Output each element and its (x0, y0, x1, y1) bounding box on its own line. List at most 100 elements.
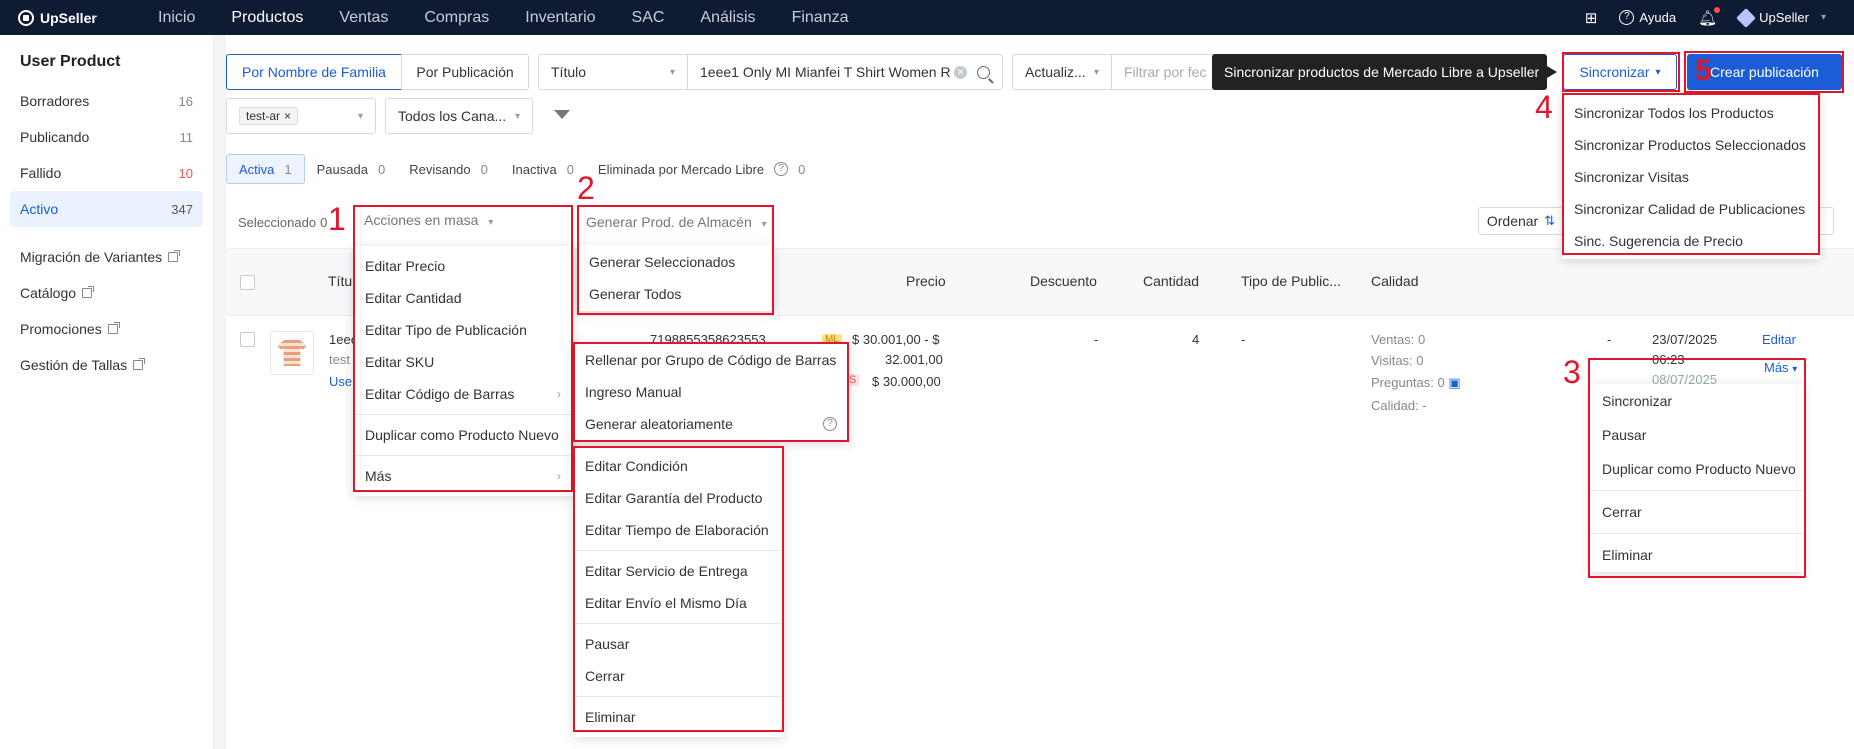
external-link-icon (133, 358, 146, 370)
menu-barcode-group[interactable]: Rellenar por Grupo de Código de Barras (573, 344, 849, 376)
help-button[interactable]: ? Ayuda (1619, 10, 1676, 25)
barcode-submenu: Rellenar por Grupo de Código de Barras I… (573, 342, 849, 442)
nav-productos[interactable]: Productos (213, 0, 321, 35)
remove-tag-icon[interactable]: × (284, 109, 291, 123)
segment-family-name[interactable]: Por Nombre de Familia (226, 54, 402, 90)
edit-link[interactable]: Editar (1762, 332, 1796, 347)
tshirt-image (277, 340, 307, 366)
nav-inventario[interactable]: Inventario (507, 0, 613, 35)
menu-duplicate-new[interactable]: Duplicar como Producto Nuevo (353, 419, 573, 451)
menu-sync-price-suggestion[interactable]: Sinc. Sugerencia de Precio (1562, 225, 1820, 257)
external-link-icon (168, 250, 181, 262)
menu-barcode-random[interactable]: Generar aleatoriamente? (573, 408, 849, 440)
sidebar-item-activo[interactable]: Activo 347 (10, 191, 203, 227)
menu-edit-warranty[interactable]: Editar Garantía del Producto (573, 482, 784, 514)
chevron-right-icon: › (557, 469, 561, 483)
tab-pausada[interactable]: Pausada 0 (305, 154, 398, 184)
date-filter-input[interactable]: Filtrar por fec (1111, 54, 1221, 90)
sidebar-link-migracion[interactable]: Migración de Variantes (0, 239, 213, 275)
nav-sac[interactable]: SAC (614, 0, 683, 35)
questions-count: Preguntas: 0 ▣ (1371, 375, 1461, 390)
search-input[interactable]: 1eee1 Only MI Mianfei T Shirt Women Ra ✕ (687, 54, 1003, 90)
sidebar-link-tallas[interactable]: Gestión de Tallas (0, 347, 213, 383)
filter-icon[interactable] (554, 110, 570, 119)
chevron-down-icon: ▾ (488, 217, 494, 228)
menu-edit-lead-time[interactable]: Editar Tiempo de Elaboración (573, 514, 784, 546)
notification-dot (1714, 6, 1721, 13)
help-icon[interactable]: ? (774, 162, 789, 176)
menu-row-duplicate[interactable]: Duplicar como Producto Nuevo (1590, 452, 1804, 486)
menu-edit-same-day[interactable]: Editar Envío el Mismo Día (573, 587, 784, 619)
tab-inactiva[interactable]: Inactiva 0 (500, 154, 586, 184)
sidebar-link-promociones[interactable]: Promociones (0, 311, 213, 347)
menu-generate-selected[interactable]: Generar Seleccionados (577, 246, 774, 278)
bulk-actions-menu: Editar Precio Editar Cantidad Editar Tip… (353, 246, 573, 496)
menu-barcode-manual[interactable]: Ingreso Manual (573, 376, 849, 408)
menu-sync-quality[interactable]: Sincronizar Calidad de Publicaciones (1562, 193, 1820, 225)
clear-icon[interactable]: ✕ (954, 65, 967, 79)
menu-edit-condition[interactable]: Editar Condición (573, 450, 784, 482)
menu-sync-visits[interactable]: Sincronizar Visitas (1562, 161, 1820, 193)
menu-edit-quantity[interactable]: Editar Cantidad (353, 282, 573, 314)
selected-count: 0 (320, 214, 328, 230)
sync-button[interactable]: Sincronizar ▾ (1563, 54, 1677, 90)
row-checkbox[interactable] (240, 332, 255, 347)
bulk-actions-dropdown[interactable]: Acciones en masa ▾ (364, 212, 493, 228)
user-menu[interactable]: UpSeller ▾ (1736, 7, 1826, 28)
header-price: Precio (906, 273, 946, 289)
menu-row-pause[interactable]: Pausar (1590, 418, 1804, 452)
menu-generate-all[interactable]: Generar Todos (577, 278, 774, 310)
menu-row-sync[interactable]: Sincronizar (1590, 384, 1804, 418)
menu-sync-selected[interactable]: Sincronizar Productos Seleccionados (1562, 129, 1820, 161)
menu-edit-delivery[interactable]: Editar Servicio de Entrega (573, 555, 784, 587)
sort-button[interactable]: Ordenar ⇅ (1478, 207, 1564, 235)
sort-icon: ⇅ (1544, 213, 1556, 228)
menu-pause[interactable]: Pausar (573, 628, 784, 660)
nav-analisis[interactable]: Análisis (682, 0, 773, 35)
nav-finanza[interactable]: Finanza (774, 0, 867, 35)
tab-revisando[interactable]: Revisando 0 (397, 154, 500, 184)
quality-value: Calidad: - (1371, 398, 1427, 413)
annotation-1: 1 (328, 201, 346, 237)
nav-compras[interactable]: Compras (406, 0, 507, 35)
generate-warehouse-dropdown[interactable]: Generar Prod. de Almacén ▾ (586, 214, 767, 230)
tab-activa[interactable]: Activa 1 (226, 154, 305, 184)
menu-close[interactable]: Cerrar (573, 660, 784, 692)
chevron-down-icon: ▾ (357, 110, 363, 122)
price-range: $ 30.001,00 - $ (852, 332, 940, 347)
menu-edit-pub-type[interactable]: Editar Tipo de Publicación (353, 314, 573, 346)
sidebar-item-fallido[interactable]: Fallido 10 (0, 155, 213, 191)
menu-sync-all[interactable]: Sincronizar Todos los Productos (1562, 97, 1820, 129)
nav-inicio[interactable]: Inicio (140, 0, 213, 35)
main-menu: Inicio Productos Ventas Compras Inventar… (140, 0, 866, 35)
sidebar-link-catalogo[interactable]: Catálogo (0, 275, 213, 311)
menu-row-delete[interactable]: Eliminar (1590, 538, 1804, 572)
help-icon[interactable]: ? (823, 417, 837, 431)
menu-delete[interactable]: Eliminar (573, 701, 784, 733)
menu-edit-price[interactable]: Editar Precio (353, 250, 573, 282)
product-thumbnail[interactable] (270, 331, 314, 375)
upseller-logo[interactable]: UpSeller (0, 9, 140, 26)
channel-select[interactable]: Todos los Cana... ▾ (385, 98, 533, 134)
sidebar-item-borradores[interactable]: Borradores 16 (0, 83, 213, 119)
select-all-checkbox[interactable] (240, 275, 255, 290)
store-select[interactable]: test-ar × ▾ (226, 98, 376, 134)
tab-eliminada[interactable]: Eliminada por Mercado Libre ? 0 (586, 154, 817, 184)
apps-grid-icon[interactable]: ⊞ (1585, 9, 1598, 27)
nav-ventas[interactable]: Ventas (321, 0, 406, 35)
chevron-down-icon: ▾ (1655, 66, 1661, 78)
questions-icon[interactable]: ▣ (1448, 375, 1460, 390)
notification-bell-icon[interactable]: 🔔︎ (1698, 6, 1721, 27)
menu-edit-sku[interactable]: Editar SKU (353, 346, 573, 378)
menu-edit-barcode[interactable]: Editar Código de Barras › (353, 378, 573, 410)
more-link[interactable]: Más ▾ (1764, 360, 1797, 375)
menu-row-close[interactable]: Cerrar (1590, 495, 1804, 529)
date-type-select[interactable]: Actualiz... ▾ (1012, 54, 1112, 90)
segment-publication[interactable]: Por Publicación (401, 54, 529, 90)
chevron-down-icon: ▾ (669, 66, 675, 78)
search-field-select[interactable]: Título ▾ (538, 54, 688, 90)
sidebar-item-publicando[interactable]: Publicando 11 (0, 119, 213, 155)
search-icon[interactable] (977, 65, 990, 79)
menu-more[interactable]: Más › (353, 460, 573, 492)
promo-price: $ 30.000,00 (872, 374, 941, 389)
